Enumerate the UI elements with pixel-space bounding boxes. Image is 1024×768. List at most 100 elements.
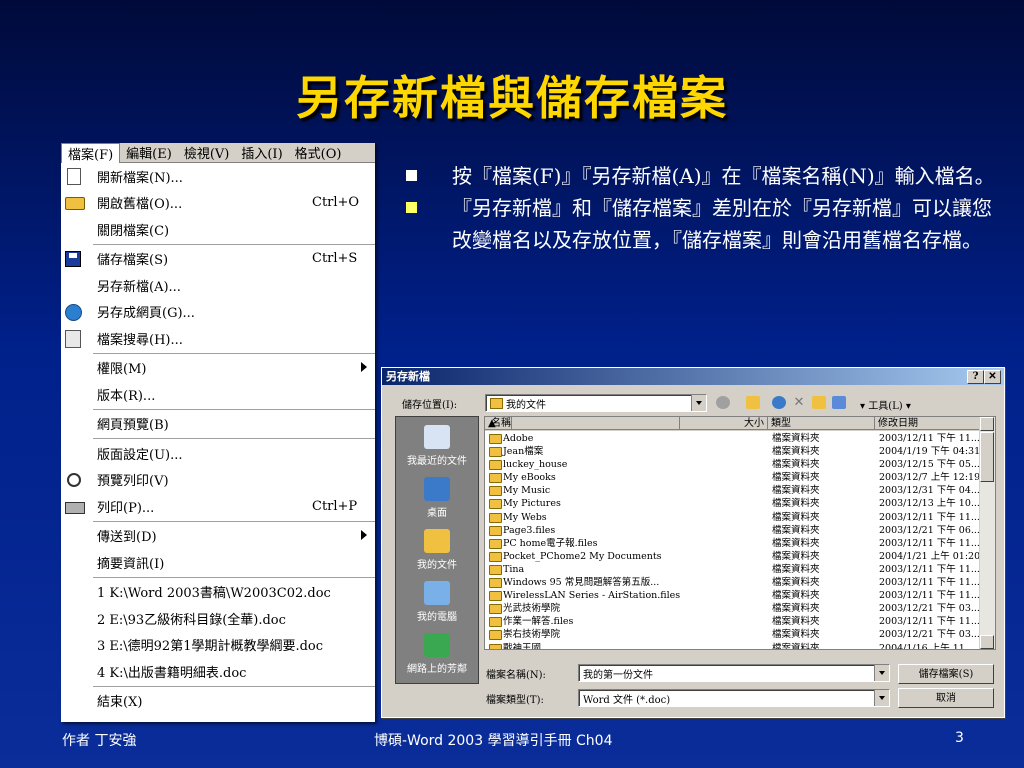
- filename-input[interactable]: 我的第一份文件: [578, 664, 890, 682]
- menu-item[interactable]: 列印(P)... Ctrl+P: [61, 493, 375, 520]
- menu-item[interactable]: 版面設定(U)...: [61, 440, 375, 467]
- file-row[interactable]: Page3.files 檔案資料夾 2003/12/21 下午 06...: [485, 524, 980, 537]
- vertical-scrollbar[interactable]: [979, 417, 995, 649]
- chevron-down-icon[interactable]: [691, 395, 706, 411]
- save-in-combo[interactable]: 我的文件: [485, 394, 707, 412]
- chevron-down-icon[interactable]: [874, 665, 889, 681]
- file-row[interactable]: Windows 95 常見問題解答第五版... 檔案資料夾 2003/12/11 下…: [485, 576, 980, 589]
- places-item-label: 我的電腦: [417, 612, 457, 623]
- file-row[interactable]: 戰神王國 檔案資料夾 2004/1/16 上午 11...: [485, 642, 980, 650]
- filename-value: 我的第一份文件: [583, 670, 653, 681]
- search-web-icon[interactable]: [772, 396, 786, 409]
- filetype-select[interactable]: Word 文件 (*.doc): [578, 689, 890, 707]
- menu-item-label: 4 K:\出版書籍明細表.doc: [97, 665, 247, 681]
- file-row[interactable]: Jean檔案 檔案資料夾 2004/1/19 下午 04:31: [485, 445, 980, 458]
- menu-item[interactable]: 關閉檔案(C): [61, 216, 375, 243]
- menu-item-label: 結束(X): [97, 695, 143, 711]
- menu-item[interactable]: 摘要資訊(I): [61, 549, 375, 576]
- file-row[interactable]: My Webs 檔案資料夾 2003/12/11 下午 11...: [485, 511, 980, 524]
- menu-item[interactable]: 檔案搜尋(H)...: [61, 325, 375, 352]
- scroll-thumb[interactable]: [980, 432, 994, 482]
- file-list[interactable]: 名稱 ▲ 大小 類型 修改日期 Adobe 檔案資料夾 2003/12/11 下午 …: [484, 416, 996, 650]
- up-folder-icon[interactable]: [746, 396, 760, 409]
- places-item[interactable]: 我的文件: [396, 529, 478, 571]
- file-name: My Webs: [503, 511, 547, 523]
- file-row[interactable]: My eBooks 檔案資料夾 2003/12/7 上午 12:19: [485, 471, 980, 484]
- save-in-value: 我的文件: [506, 400, 546, 411]
- menu-item[interactable]: 2 E:\93乙級術科目錄(全華).doc: [61, 605, 375, 632]
- menu-item[interactable]: 開新檔案(N)...: [61, 163, 375, 190]
- places-item[interactable]: 網路上的芳鄰: [396, 633, 478, 675]
- file-type: 檔案資料夾: [772, 485, 820, 497]
- menubar-item-1[interactable]: 編輯(E): [120, 143, 178, 162]
- menu-item-label: 1 K:\Word 2003書稿\W2003C02.doc: [97, 586, 331, 602]
- menu-item-label: 網頁預覽(B): [97, 418, 169, 434]
- folder-icon: [489, 617, 502, 628]
- close-button[interactable]: ✕: [984, 370, 1001, 384]
- back-icon[interactable]: [716, 396, 730, 409]
- menu-item[interactable]: 另存新檔(A)...: [61, 272, 375, 299]
- footer-author: 作者 丁安強: [62, 733, 137, 749]
- file-name: Adobe: [503, 433, 534, 444]
- file-modified: 2003/12/13 上午 10...: [879, 498, 979, 510]
- menu-item[interactable]: 版本(R)...: [61, 381, 375, 408]
- menubar-item-2[interactable]: 檢視(V): [178, 143, 236, 162]
- file-row[interactable]: Pocket_PChome2 My Documents 檔案資料夾 2004/1/2…: [485, 550, 980, 563]
- file-row[interactable]: Tina 檔案資料夾 2003/12/11 下午 11...: [485, 563, 980, 576]
- help-button[interactable]: ?: [967, 370, 984, 384]
- file-row[interactable]: My Music 檔案資料夾 2003/12/31 下午 04...: [485, 484, 980, 497]
- menu-item[interactable]: 結束(X): [61, 688, 375, 715]
- menu-item-label: 預覽列印(V): [97, 474, 169, 490]
- file-row[interactable]: Adobe 檔案資料夾 2003/12/11 下午 11...: [485, 432, 980, 445]
- delete-icon[interactable]: ✕: [792, 396, 806, 409]
- file-row[interactable]: PC home電子報.files 檔案資料夾 2003/12/11 下午 11...: [485, 537, 980, 550]
- folder-icon: [490, 398, 503, 409]
- tools-menu[interactable]: ▾ 工具(L) ▾: [860, 397, 911, 412]
- menubar-item-3[interactable]: 插入(I): [235, 143, 288, 162]
- column-modified[interactable]: 修改日期: [875, 417, 980, 430]
- file-row[interactable]: 光武技術學院 檔案資料夾 2003/12/21 下午 03...: [485, 602, 980, 615]
- column-type[interactable]: 類型: [768, 417, 875, 430]
- views-icon[interactable]: [832, 396, 846, 409]
- new-folder-icon[interactable]: [812, 396, 826, 409]
- file-modified: 2004/1/16 上午 11...: [879, 642, 974, 650]
- menu-item[interactable]: 另存成網頁(G)...: [61, 299, 375, 326]
- menu-item[interactable]: 權限(M): [61, 355, 375, 382]
- file-row[interactable]: luckey_house 檔案資料夾 2003/12/15 下午 05...: [485, 458, 980, 471]
- menu-item[interactable]: 網頁預覽(B): [61, 411, 375, 438]
- file-row[interactable]: WirelessLAN Series - AirStation.files 檔案資…: [485, 589, 980, 602]
- menu-item[interactable]: 4 K:\出版書籍明細表.doc: [61, 658, 375, 685]
- places-item[interactable]: 桌面: [396, 477, 478, 519]
- menu-item[interactable]: 預覽列印(V): [61, 467, 375, 494]
- menu-item[interactable]: 儲存檔案(S) Ctrl+S: [61, 246, 375, 273]
- scroll-up-button[interactable]: [980, 417, 994, 431]
- file-type: 檔案資料夾: [772, 590, 820, 602]
- menu-item[interactable]: 3 E:\德明92第1學期計概教學綱要.doc: [61, 632, 375, 659]
- menu-item-label: 另存新檔(A)...: [97, 279, 181, 295]
- cancel-button[interactable]: 取消: [898, 688, 994, 708]
- folder-icon: [489, 499, 502, 510]
- menubar-item-4[interactable]: 格式(O): [289, 143, 348, 162]
- menu-separator: [93, 243, 375, 245]
- column-name[interactable]: 名稱 ▲: [485, 417, 680, 430]
- folder-icon: [489, 538, 502, 549]
- places-item[interactable]: 我的電腦: [396, 581, 478, 623]
- menu-item[interactable]: 傳送到(D): [61, 523, 375, 550]
- scroll-down-button[interactable]: [980, 635, 994, 649]
- bullet-text: 『另存新檔』和『儲存檔案』差別在於『另存新檔』可以讓您改變檔名以及存放位置，『儲…: [452, 196, 992, 252]
- file-row[interactable]: My Pictures 檔案資料夾 2003/12/13 上午 10...: [485, 497, 980, 510]
- menu-item[interactable]: 1 K:\Word 2003書稿\W2003C02.doc: [61, 579, 375, 606]
- places-item[interactable]: 我最近的文件: [396, 425, 478, 467]
- menu-separator: [93, 438, 375, 439]
- dialog-title: 另存新檔: [386, 370, 430, 383]
- column-size[interactable]: 大小: [680, 417, 768, 430]
- chevron-down-icon[interactable]: [874, 690, 889, 706]
- file-row[interactable]: 崇右技術學院 檔案資料夾 2003/12/21 下午 03...: [485, 628, 980, 641]
- filename-label: 檔案名稱(N):: [486, 670, 546, 681]
- menubar-item-0[interactable]: 檔案(F): [61, 142, 121, 163]
- save-button[interactable]: 儲存檔案(S): [898, 664, 994, 684]
- file-type: 檔案資料夾: [772, 524, 820, 536]
- menu-item[interactable]: 開啟舊檔(O)... Ctrl+O: [61, 190, 375, 217]
- file-row[interactable]: 作業一解答.files 檔案資料夾 2003/12/11 下午 11...: [485, 615, 980, 628]
- bullet-list: 按『檔案(F)』『另存新檔(A)』在『檔案名稱(N)』輸入檔名。 『另存新檔』和…: [400, 160, 1000, 256]
